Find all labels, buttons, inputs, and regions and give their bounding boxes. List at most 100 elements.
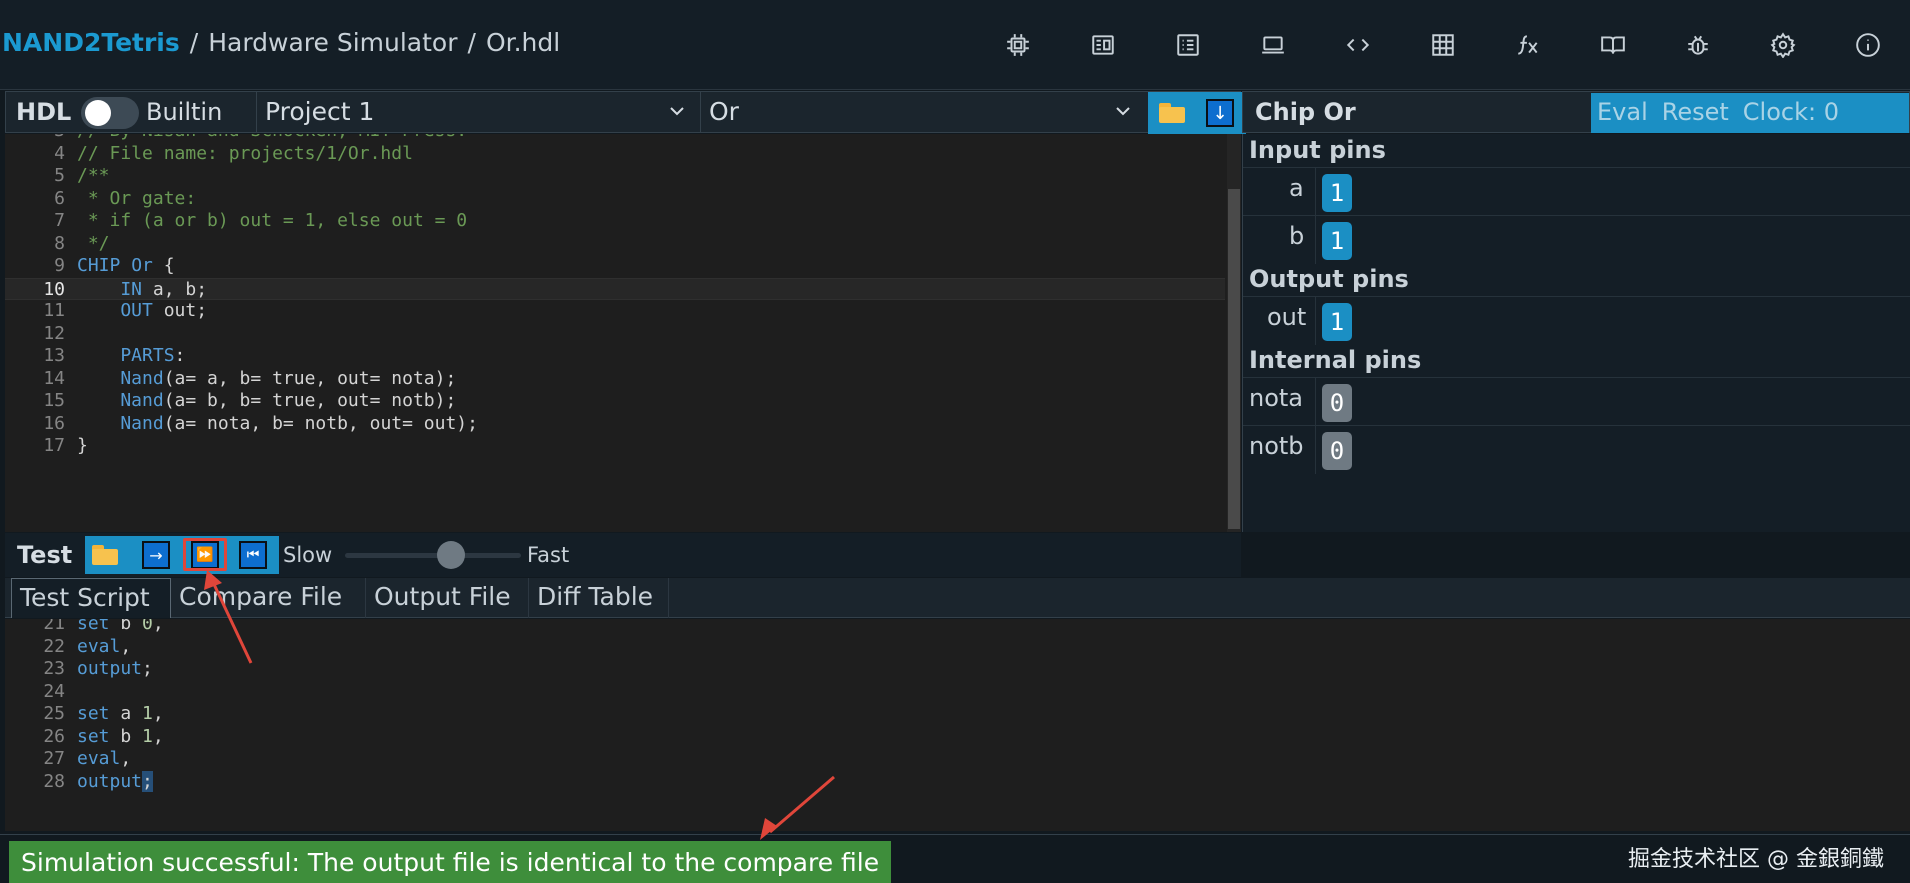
code-line: 24 xyxy=(5,681,1225,703)
code-text: */ xyxy=(77,233,110,254)
pin-row: nota 0 xyxy=(1243,377,1910,426)
code-rest: } xyxy=(77,435,88,456)
tab-diff-table[interactable]: Diff Table xyxy=(529,578,669,618)
pin-value-toggle[interactable]: 1 xyxy=(1322,222,1352,260)
pin-row: b1 xyxy=(1243,215,1910,264)
status-message: Simulation successful: The output file i… xyxy=(9,841,892,883)
pin-divider xyxy=(1315,168,1316,216)
hdl-panel-header: HDL Builtin Project 1 Or ↓ xyxy=(5,91,1246,134)
eval-button[interactable]: Eval xyxy=(1597,98,1648,126)
pin-name: nota xyxy=(1249,384,1304,412)
save-button[interactable]: ↓ xyxy=(1206,99,1234,127)
pin-value-toggle[interactable]: 1 xyxy=(1322,174,1352,212)
speed-slider-thumb[interactable] xyxy=(436,541,465,569)
info-icon[interactable] xyxy=(1825,26,1910,64)
code-line: 8 */ xyxy=(5,233,1225,255)
line-number: 28 xyxy=(43,770,65,792)
reset-test-button[interactable]: ⏮ xyxy=(239,541,267,569)
code-rest: (a= b, b= true, out= notb); xyxy=(163,390,457,411)
toggle-knob xyxy=(85,100,111,126)
code-text: output; xyxy=(77,658,153,679)
brand-link[interactable]: NAND2Tetris xyxy=(2,28,180,57)
line-number: 11 xyxy=(43,300,65,321)
tab-output-file[interactable]: Output File xyxy=(366,578,529,618)
code-line: 9 CHIP Or { xyxy=(5,255,1225,277)
pin-value-toggle[interactable]: 0 xyxy=(1322,384,1352,422)
book-icon[interactable] xyxy=(1570,26,1655,64)
code-line: 25 set a 1, xyxy=(5,703,1225,725)
breadcrumb-section[interactable]: Hardware Simulator xyxy=(208,28,457,57)
pin-row: out 1 xyxy=(1243,296,1910,345)
gear-icon[interactable] xyxy=(1740,26,1825,64)
laptop-icon[interactable] xyxy=(1230,26,1315,64)
code-rest: : xyxy=(174,345,186,366)
code-rest: a xyxy=(109,703,143,724)
pin-value-toggle[interactable]: 0 xyxy=(1322,432,1352,470)
code-keyword: output xyxy=(77,770,143,792)
code-keyword: IN xyxy=(77,278,143,300)
code-comment: /** xyxy=(77,165,110,186)
line-number: 16 xyxy=(43,412,65,434)
code-line: 17} xyxy=(5,435,1225,457)
pin-row: notb 0 xyxy=(1243,425,1910,474)
slow-label: Slow xyxy=(283,543,333,567)
code-line: 4 // File name: projects/1/Or.hdl xyxy=(5,143,1225,165)
project-select[interactable]: Project 1 xyxy=(256,92,700,132)
step-button[interactable]: → xyxy=(142,541,170,569)
code-comment: // By Nisan and Schocken, MIT Press. xyxy=(77,134,467,141)
line-number: 12 xyxy=(43,322,65,344)
pin-name: a xyxy=(1289,174,1304,202)
fast-label: Fast xyxy=(527,543,570,567)
test-title: Test xyxy=(17,541,73,569)
code-keyword: set xyxy=(77,619,110,634)
cpu-icon[interactable] xyxy=(1060,26,1145,64)
chip-icon[interactable] xyxy=(975,26,1060,64)
hdl-file-buttons: ↓ xyxy=(1148,92,1246,134)
tab-test-script[interactable]: Test Script xyxy=(11,578,171,618)
code-rest: out; xyxy=(152,300,208,321)
code-text: * if (a or b) out = 1, else out = 0 xyxy=(77,210,467,231)
code-text: eval, xyxy=(77,636,131,657)
code-text: eval, xyxy=(77,748,131,769)
open-test-button[interactable] xyxy=(91,541,119,569)
code-icon[interactable] xyxy=(1315,26,1400,64)
code-text: output; xyxy=(77,770,153,792)
line-number: 5 xyxy=(54,165,65,186)
line-number: 6 xyxy=(54,187,65,209)
chevron-down-icon xyxy=(1116,107,1130,116)
builtin-toggle[interactable] xyxy=(81,97,139,129)
code-text: // File name: projects/1/Or.hdl xyxy=(77,143,413,164)
code-line: 6 * Or gate: xyxy=(5,188,1225,210)
fx-icon[interactable] xyxy=(1485,26,1570,64)
list-icon[interactable] xyxy=(1145,26,1230,64)
open-folder-button[interactable] xyxy=(1158,99,1186,127)
code-text: set b 1, xyxy=(77,726,164,747)
code-text: } xyxy=(77,435,88,456)
code-text: IN a, b; xyxy=(77,279,207,300)
code-keyword: output xyxy=(77,658,143,679)
code-text: * Or gate: xyxy=(77,188,196,209)
speed-slider[interactable] xyxy=(345,553,521,558)
pin-value-toggle[interactable]: 1 xyxy=(1322,303,1352,341)
bug-icon[interactable] xyxy=(1655,26,1740,64)
clock-readout[interactable]: Clock: 0 xyxy=(1743,98,1839,126)
pins-panel: Input pins a 1 b 1 Output pins out 1 Internal pi… xyxy=(1242,134,1910,532)
editor-scrollbar[interactable] xyxy=(1227,134,1241,532)
line-number: 10 xyxy=(43,278,65,300)
tab-compare-file[interactable]: Compare File xyxy=(171,578,366,618)
code-number: 1 xyxy=(142,725,153,747)
code-comment: // File name: projects/1/Or.hdl xyxy=(77,142,413,164)
grid-icon[interactable] xyxy=(1400,26,1485,64)
breadcrumb-separator: / xyxy=(189,28,199,57)
code-line: 23 output; xyxy=(5,658,1225,680)
test-script-editor[interactable]: 21 set b 0, 22 eval, 23 output; 24 25 set a 1, 26… xyxy=(5,619,1910,831)
code-rest: (a= nota, b= notb, out= out); xyxy=(163,412,478,434)
scrollbar-thumb[interactable] xyxy=(1228,189,1240,529)
line-number: 3 xyxy=(5,134,65,141)
reset-button[interactable]: Reset xyxy=(1662,98,1729,126)
code-line: 5 /** xyxy=(5,165,1225,187)
hdl-code-editor[interactable]: 17} 16 Nand(a= nota, b= notb, out= out); 1… xyxy=(5,134,1241,532)
line-number: 15 xyxy=(43,390,65,411)
code-rest: , xyxy=(120,635,132,657)
chip-select[interactable]: Or xyxy=(700,92,1146,132)
